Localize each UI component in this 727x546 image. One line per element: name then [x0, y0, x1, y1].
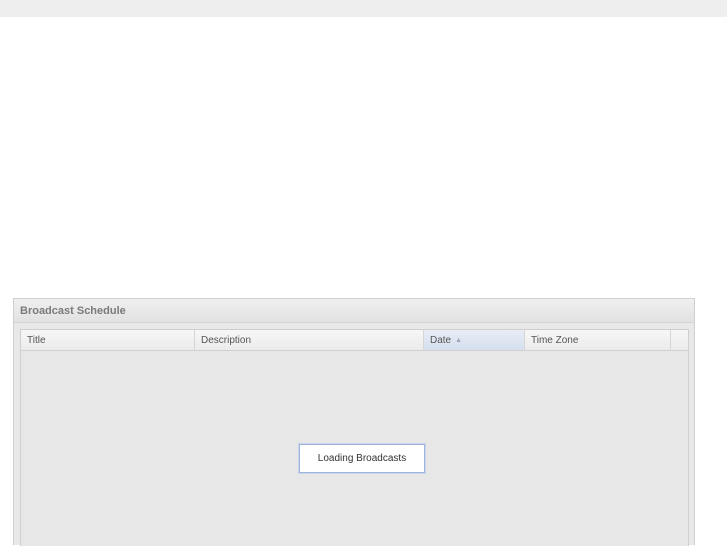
column-header-description-label: Description — [201, 334, 252, 346]
panel-header: Broadcast Schedule — [14, 299, 694, 323]
broadcast-schedule-panel: Broadcast Schedule Title Description Dat… — [13, 298, 695, 546]
grid-header: Title Description Date ▲ Time Zone — [21, 330, 688, 351]
broadcast-grid: Title Description Date ▲ Time Zone Loadi… — [20, 329, 689, 546]
column-header-date-label: Date — [430, 334, 452, 346]
column-header-title[interactable]: Title — [21, 330, 195, 350]
loading-indicator: Loading Broadcasts — [299, 444, 425, 473]
panel-title: Broadcast Schedule — [20, 304, 126, 317]
sort-ascending-icon: ▲ — [455, 336, 463, 344]
column-header-spacer — [671, 330, 688, 350]
column-header-date[interactable]: Date ▲ — [424, 330, 525, 350]
loading-message: Loading Broadcasts — [317, 453, 407, 464]
column-header-title-label: Title — [27, 334, 46, 346]
top-bar — [0, 0, 727, 17]
column-header-time-zone[interactable]: Time Zone — [525, 330, 671, 350]
column-header-description[interactable]: Description — [195, 330, 424, 350]
column-header-time-zone-label: Time Zone — [531, 334, 579, 346]
